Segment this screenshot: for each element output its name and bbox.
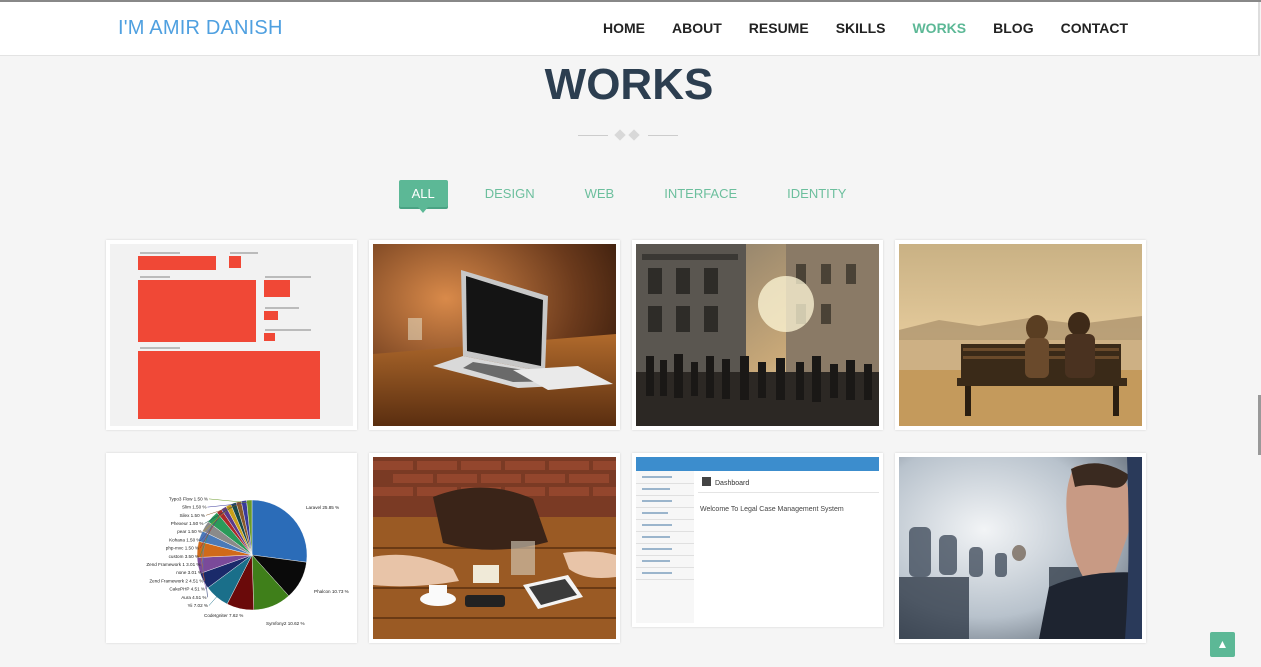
treemap-thumbnail <box>110 244 353 426</box>
city-street-photo <box>636 244 879 426</box>
filter-web[interactable]: WEB <box>572 180 628 207</box>
coffee-table-photo <box>373 457 616 639</box>
filter-identity[interactable]: IDENTITY <box>774 180 859 207</box>
pie-label: Kohana 1.50 % <box>169 537 200 542</box>
work-item-treemap[interactable] <box>106 240 357 430</box>
work-item-pie-chart[interactable]: Laravel 25.85 % Phalcon 10.73 % Symfony2 1… <box>106 453 357 643</box>
work-item-coffee-table[interactable] <box>369 453 620 643</box>
pie-label: Slim 1.50 % <box>182 505 207 510</box>
divider-line-right <box>648 135 678 136</box>
pie-label: Symfony2 10.62 % <box>266 621 305 626</box>
main-nav: HOME ABOUT RESUME SKILLS WORKS BLOG CONT… <box>603 20 1128 36</box>
brand-logo[interactable]: I'M AMIR DANISH <box>118 17 283 40</box>
title-divider <box>578 128 678 144</box>
work-item-airplane[interactable] <box>895 453 1146 643</box>
bench-couple-photo <box>899 244 1142 426</box>
section-title: WORKS <box>544 60 714 109</box>
divider-line-left <box>578 135 608 136</box>
filter-design[interactable]: DESIGN <box>472 180 548 207</box>
nav-works[interactable]: WORKS <box>912 20 966 36</box>
pie-label: CakePHP 4.51 % <box>169 587 205 592</box>
nav-home[interactable]: HOME <box>603 20 645 36</box>
portfolio-filters: ALL DESIGN WEB INTERFACE IDENTITY <box>0 180 1258 213</box>
pie-label: Zend Framework 2 4.51 % <box>149 578 203 583</box>
work-item-laptop[interactable] <box>369 240 620 430</box>
back-to-top-button[interactable]: ▲ <box>1210 632 1235 657</box>
pie-label: Typo3 Flow 1.50 % <box>169 496 208 501</box>
framework-pie-chart: Laravel 25.85 % Phalcon 10.73 % Symfony2 1… <box>110 457 353 639</box>
navbar: I'M AMIR DANISH HOME ABOUT RESUME SKILLS… <box>0 2 1260 56</box>
pie-label: Phalcon 10.73 % <box>314 589 349 594</box>
nav-blog[interactable]: BLOG <box>993 20 1033 36</box>
pie-label: Phexeur 1.50 % <box>171 521 204 526</box>
dashboard-welcome-text: Welcome To Legal Case Management System <box>700 506 844 513</box>
pie-label: php-mvc 1.50 % <box>166 546 199 551</box>
pie-label: Yii 7.02 % <box>187 603 208 608</box>
nav-about[interactable]: ABOUT <box>672 20 722 36</box>
divider-diamond <box>614 129 626 141</box>
nav-resume[interactable]: RESUME <box>749 20 809 36</box>
pie-label: Laravel 25.85 % <box>306 505 339 510</box>
chevron-up-icon: ▲ <box>1216 637 1229 651</box>
pie-label: Aura 4.51 % <box>181 595 206 600</box>
pie-label: CodeIgniter 7.62 % <box>204 613 243 618</box>
work-item-bench-couple[interactable] <box>895 240 1146 430</box>
divider-diamond <box>628 129 640 141</box>
airplane-photo <box>899 457 1142 639</box>
laptop-photo <box>373 244 616 426</box>
work-item-dashboard[interactable]: Dashboard Welcome To Legal Case Manageme… <box>632 453 883 627</box>
nav-skills[interactable]: SKILLS <box>836 20 886 36</box>
pie-label: Silex 1.50 % <box>179 513 205 518</box>
nav-contact[interactable]: CONTACT <box>1061 20 1128 36</box>
dashboard-screenshot: Dashboard Welcome To Legal Case Manageme… <box>636 457 879 623</box>
filter-all[interactable]: ALL <box>398 180 448 213</box>
pie-label: none 3.01 % <box>176 570 202 575</box>
work-item-city-street[interactable] <box>632 240 883 430</box>
pie-label: custom 3.50 % <box>169 554 199 559</box>
pie-label: Zend Framework 1 3.01 % <box>146 562 200 567</box>
dashboard-heading: Dashboard <box>715 480 749 487</box>
filter-interface[interactable]: INTERFACE <box>651 180 750 207</box>
pie-label: pear 1.50 % <box>177 529 202 534</box>
